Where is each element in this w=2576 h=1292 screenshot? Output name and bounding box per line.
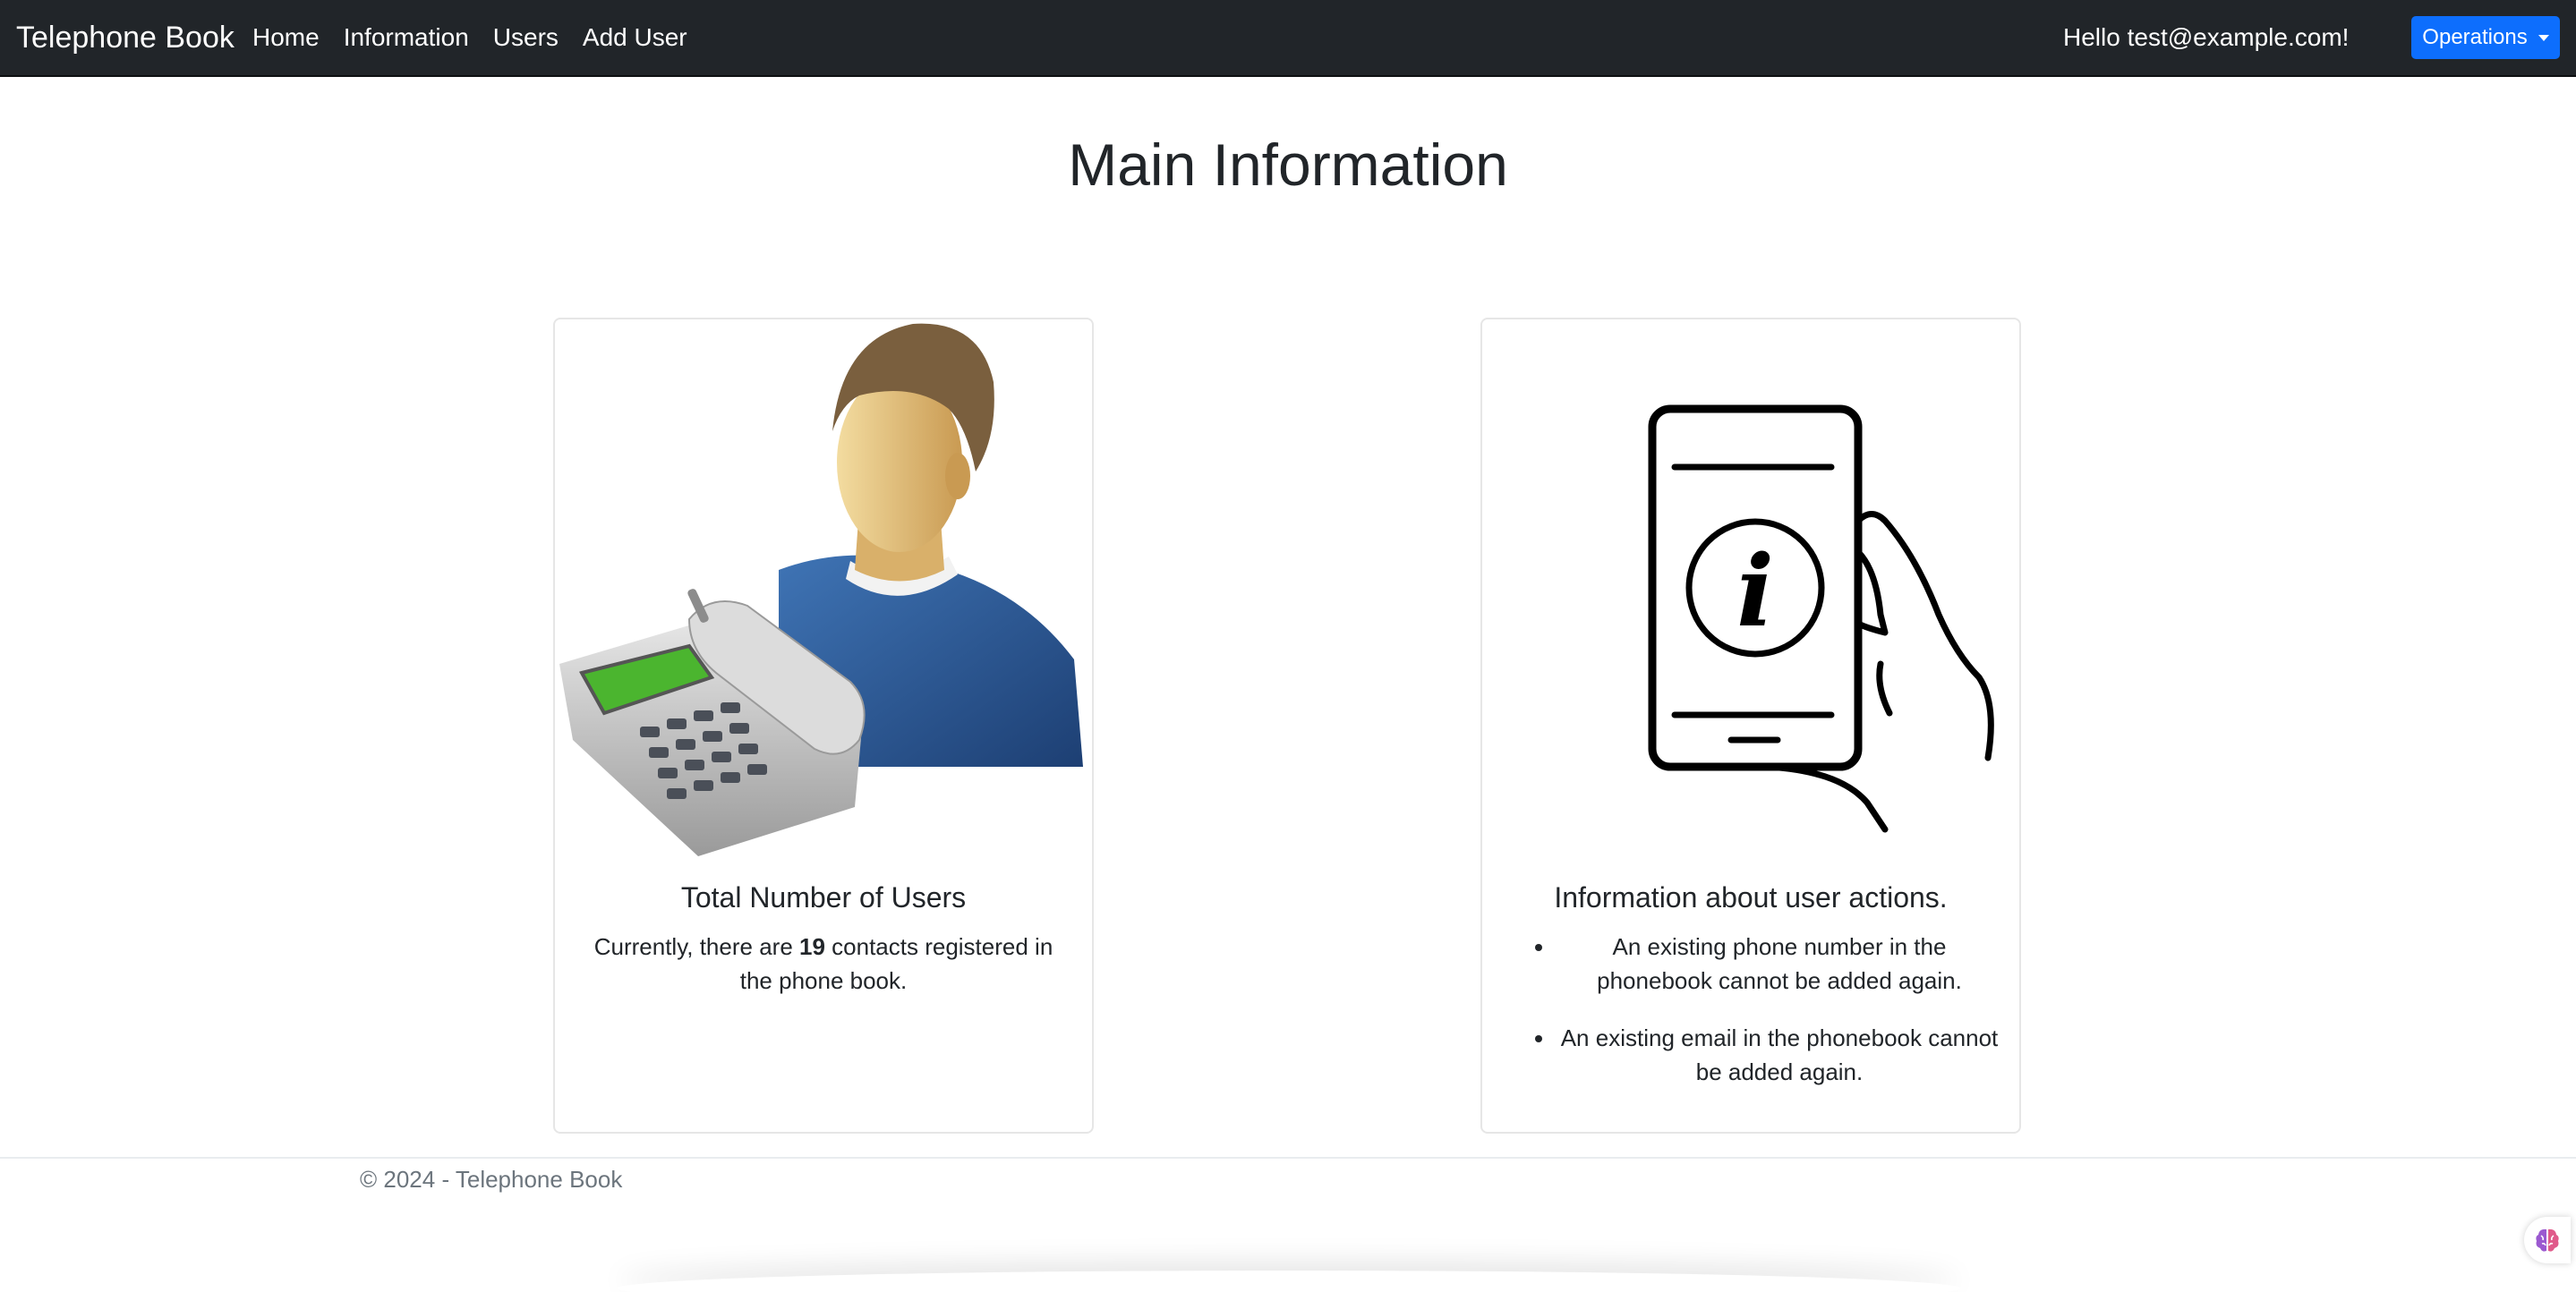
operations-label: Operations bbox=[2422, 25, 2528, 49]
brand-link[interactable]: Telephone Book bbox=[16, 0, 235, 75]
info-card-title: Information about user actions. bbox=[1554, 881, 1948, 914]
svg-text:i: i bbox=[1736, 533, 1774, 649]
users-text-before: Currently, there are bbox=[593, 933, 799, 960]
info-bullet-list: An existing phone number in the phoneboo… bbox=[1529, 930, 2003, 1112]
users-count-card: Total Number of Users Currently, there a… bbox=[553, 318, 1094, 1134]
info-bullet-phone: An existing phone number in the phoneboo… bbox=[1556, 930, 2003, 998]
bottom-overlay-shadow bbox=[618, 1271, 1960, 1292]
nav-link-add-user[interactable]: Add User bbox=[583, 23, 687, 52]
caret-down-icon bbox=[2538, 34, 2549, 41]
nav-link-information[interactable]: Information bbox=[344, 23, 469, 52]
user-actions-info-card: i Information about user actions. An exi… bbox=[1480, 318, 2021, 1134]
user-greeting: Hello test@example.com! bbox=[2063, 23, 2350, 51]
page-title: Main Information bbox=[1068, 132, 1508, 198]
top-navbar: Telephone Book Home Information Users Ad… bbox=[0, 0, 2576, 77]
nav-link-users[interactable]: Users bbox=[493, 23, 559, 52]
users-card-text: Currently, there are 19 contacts registe… bbox=[582, 930, 1065, 998]
footer-copyright: © 2024 - Telephone Book bbox=[360, 1166, 623, 1193]
assistant-widget-button[interactable] bbox=[2524, 1217, 2571, 1263]
users-card-title: Total Number of Users bbox=[680, 881, 967, 914]
operations-dropdown-button[interactable]: Operations bbox=[2411, 16, 2560, 59]
info-bullet-email: An existing email in the phonebook canno… bbox=[1556, 1021, 2003, 1089]
nav-link-home[interactable]: Home bbox=[252, 23, 320, 52]
brain-icon bbox=[2536, 1228, 2559, 1252]
phone-info-hand-icon: i bbox=[1648, 404, 1994, 833]
user-with-telephone-icon bbox=[559, 323, 1083, 856]
nav-links: Home Information Users Add User bbox=[252, 0, 687, 75]
footer-divider bbox=[0, 1157, 2576, 1159]
users-count-value: 19 bbox=[799, 933, 825, 960]
